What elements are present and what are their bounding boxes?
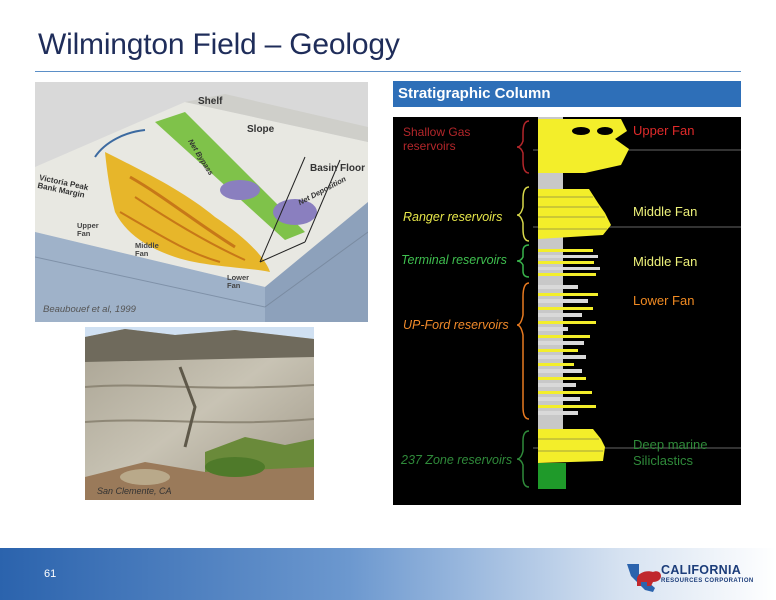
strat-column-panel: Shallow Gas reservoirs Ranger reservoirs…: [393, 117, 741, 505]
deep-marine-facies: Deep marine Siliclastics: [633, 437, 708, 469]
page-number: 61: [44, 568, 57, 580]
depositional-block-diagram: Shelf Slope Basin Floor Net Bypass Net D…: [35, 82, 368, 322]
photo-credit: San Clemente, CA: [97, 486, 172, 496]
diagram-credit: Beaubouef et al, 1999: [43, 304, 136, 315]
ranger-label: Ranger reservoirs: [403, 210, 503, 224]
outcrop-photo: San Clemente, CA: [85, 327, 314, 500]
middle-fan-facies-1: Middle Fan: [633, 204, 698, 219]
shallow-gas-label: Shallow Gas reservoirs: [403, 125, 471, 154]
up-ford-label: UP-Ford reservoirs: [403, 318, 509, 332]
upper-fan-facies: Upper Fan: [633, 123, 695, 138]
middle-fan-label: Middle Fan: [135, 241, 159, 258]
shelf-label: Shelf: [198, 96, 223, 107]
strat-column-header: Stratigraphic Column: [393, 81, 741, 107]
upper-fan-label: Upper Fan: [77, 221, 99, 238]
zone237-label: 237 Zone reservoirs: [401, 453, 513, 467]
basin-floor-label: Basin Floor: [310, 163, 366, 174]
slide-title: Wilmington Field – Geology: [38, 28, 400, 61]
logo-subtitle: RESOURCES CORPORATION: [661, 578, 754, 584]
terminal-label: Terminal reservoirs: [401, 253, 507, 267]
outcrop-photo-art: [85, 327, 314, 500]
title-divider: [35, 71, 741, 72]
slope-label: Slope: [247, 124, 275, 135]
logo-name: CALIFORNIA: [661, 563, 742, 577]
middle-fan-facies-2: Middle Fan: [633, 254, 698, 269]
block-diagram-art: [35, 82, 368, 322]
lower-fan-label: Lower Fan: [227, 273, 250, 290]
lower-fan-facies: Lower Fan: [633, 293, 695, 308]
